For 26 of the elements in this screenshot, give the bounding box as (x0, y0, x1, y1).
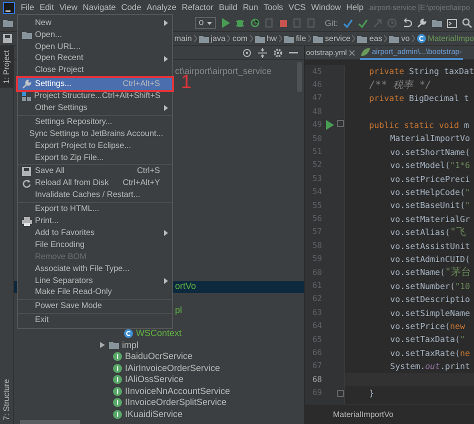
code-line: vo.setModel("1*6 (389, 159, 472, 172)
code-line: vo.setBaseUnit(" (389, 199, 472, 212)
code-line: MaterialImportVo (389, 132, 472, 146)
code-line: } (368, 386, 376, 400)
code-line: vo.setAlias("飞 (389, 226, 468, 240)
code-line: private BigDecimal t (368, 92, 470, 106)
code-line: System.out.print (389, 360, 472, 373)
code-line: /** 税率 */ (368, 78, 432, 92)
git-label: Git: (324, 16, 338, 30)
code-line: vo.setName("茅台 (389, 266, 472, 280)
line-number: 68 (311, 374, 322, 386)
code-line: vo.setPrice(new (389, 320, 466, 333)
code-line: vo.setNumber("10 (389, 280, 472, 293)
code-line: vo.setHelpCode(" (389, 186, 472, 199)
code-line: public static void m (368, 119, 470, 132)
code-line: vo.setTaxData(" (389, 333, 466, 346)
code-line: vo.setPricePreci (389, 172, 472, 186)
code-line: vo.setAdminCUID( (389, 252, 472, 266)
code-line: vo.setShortName( (389, 146, 472, 159)
code-line: vo.setSimpleName (389, 306, 472, 320)
code-line: vo.setAssistUnit (389, 240, 472, 252)
code-line: vo.setMaterialGr (389, 212, 472, 226)
code-line: vo.setTaxRate(ne (389, 346, 472, 360)
code-line: vo.setDescriptio (389, 293, 472, 306)
annotation-number: 1 (181, 73, 192, 92)
code-line: private String taxDat (368, 65, 474, 78)
